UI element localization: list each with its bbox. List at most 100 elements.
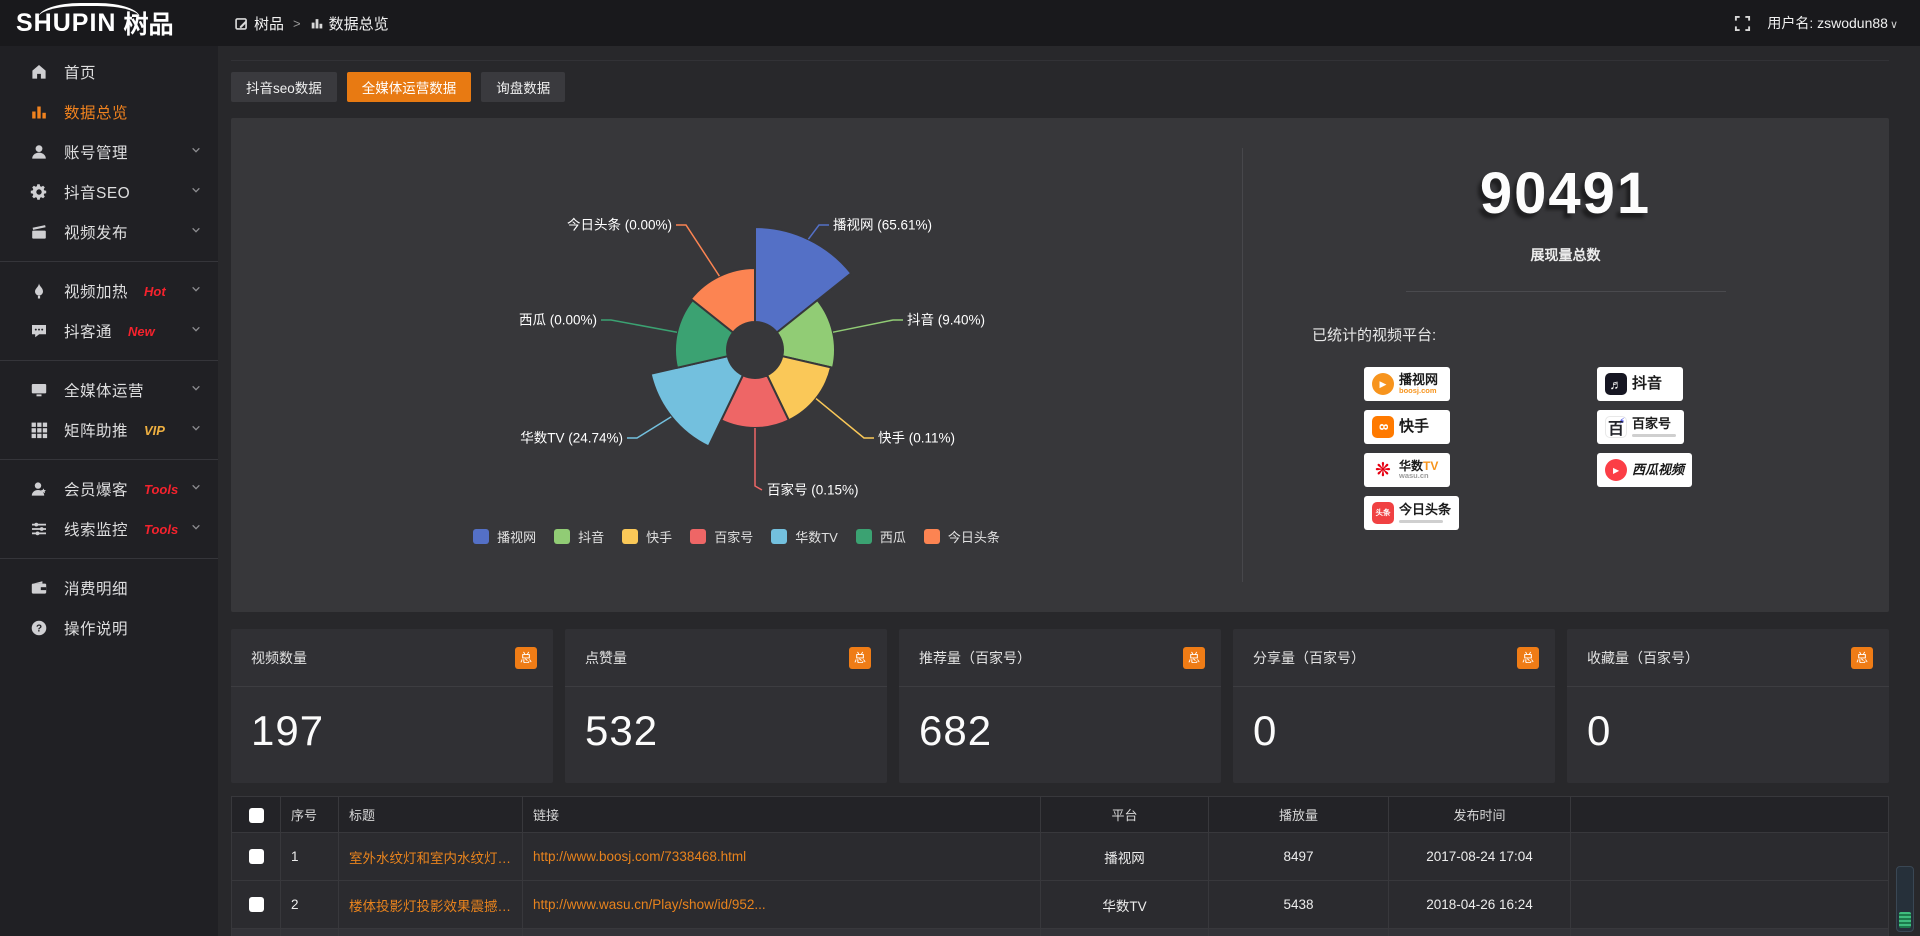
breadcrumb-item-shupin[interactable]: 树品 (234, 13, 284, 34)
cell-url-link[interactable]: http://www.wasu.cn/Play/show/id/952... (523, 881, 1041, 929)
breadcrumb-item-data-overview[interactable]: 数据总览 (310, 13, 389, 34)
platform-badge-wasu: ❋华数TVwasu.cn (1364, 453, 1450, 487)
sidebar-item-video-heat[interactable]: 视频加热Hot (0, 271, 218, 311)
sidebar-item-data-overview[interactable]: 数据总览 (0, 92, 218, 132)
rose-pie-chart: 播视网 (65.61%)抖音 (9.40%)快手 (0.11%)百家号 (0.1… (231, 118, 1242, 612)
sidebar-item-badge: Hot (144, 284, 166, 299)
sidebar-item-member-baoke[interactable]: 会员爆客Tools (0, 469, 218, 509)
fullscreen-icon[interactable] (1734, 15, 1751, 32)
data-tabs: 抖音seo数据全媒体运营数据询盘数据 (231, 72, 1889, 102)
sidebar-item-label: 全媒体运营 (64, 379, 144, 401)
stat-card-4: 收藏量（百家号）总0 (1567, 629, 1889, 783)
cell-plays: 8497 (1209, 833, 1389, 881)
sidebar-item-clue-monitor[interactable]: 线索监控Tools (0, 509, 218, 549)
username-menu[interactable]: 用户名: zswodun88∨ (1767, 13, 1898, 33)
legend-item[interactable]: 播视网 (473, 527, 536, 546)
legend-swatch (856, 529, 872, 544)
breadcrumb-label: 数据总览 (329, 13, 389, 34)
legend-item[interactable]: 百家号 (690, 527, 753, 546)
platform-name: 快手 (1399, 419, 1429, 435)
select-all-checkbox[interactable] (249, 808, 264, 823)
legend-item[interactable]: 抖音 (554, 527, 604, 546)
sidebar-divider (0, 360, 218, 361)
sidebar-item-douketong[interactable]: 抖客通New (0, 311, 218, 351)
cell-platform: 华数TV (1041, 881, 1209, 929)
legend-swatch (924, 529, 940, 544)
pie-label: 播视网 (65.61%) (833, 218, 932, 233)
member-icon (30, 480, 49, 498)
home-icon (30, 63, 49, 81)
stat-card-total-badge: 总 (1517, 647, 1539, 669)
chart-legend: 播视网抖音快手百家号 华数TV 西瓜今日头条 (473, 527, 1000, 546)
sidebar-item-label: 会员爆客 (64, 478, 128, 500)
stat-card-3: 分享量（百家号）总0 (1233, 629, 1555, 783)
sidebar-item-label: 抖音SEO (64, 181, 130, 203)
sidebar-item-video-publish[interactable]: 视频发布 (0, 212, 218, 252)
platform-badge-kuaishou: 8快手 (1364, 410, 1450, 444)
sidebar-item-home[interactable]: 首页 (0, 52, 218, 92)
pie-label-line (627, 417, 671, 438)
cell-empty (1571, 881, 1889, 929)
app-logo[interactable]: SHUPIN 树品 (0, 0, 218, 46)
cell-title-link[interactable]: 楼体投影灯投影效果震撼上市 (339, 881, 523, 929)
sidebar-item-label: 消费明细 (64, 577, 128, 599)
stat-card-header: 分享量（百家号）总 (1233, 629, 1555, 687)
legend-label: 华数TV (795, 527, 838, 546)
row-checkbox-cell (232, 881, 281, 929)
publish-icon (30, 223, 49, 241)
stat-card-total-badge: 总 (1183, 647, 1205, 669)
legend-item[interactable]: 快手 (622, 527, 672, 546)
chevron-down-icon (190, 223, 202, 241)
monitor-icon (30, 381, 49, 399)
xigua-logo-icon: ▶ (1605, 459, 1627, 481)
baijiahao-logo-icon: 百⚡ (1605, 416, 1627, 438)
stat-card-title: 收藏量（百家号） (1587, 648, 1699, 668)
table-row: 2楼体投影灯投影效果震撼上市http://www.wasu.cn/Play/sh… (232, 881, 1889, 929)
username-label: 用户名: zswodun88 (1767, 15, 1888, 31)
legend-item[interactable]: 华数TV (771, 527, 838, 546)
topbar-right: 用户名: zswodun88∨ (1734, 13, 1920, 33)
sidebar-item-label: 视频发布 (64, 221, 128, 243)
row-checkbox[interactable] (249, 897, 264, 912)
sidebar-item-label: 操作说明 (64, 617, 128, 639)
pie-svg: 播视网 (65.61%)抖音 (9.40%)快手 (0.11%)百家号 (0.1… (231, 118, 1242, 523)
pie-slice-4[interactable] (651, 356, 743, 446)
sidebar-item-omni-media[interactable]: 全媒体运营 (0, 370, 218, 410)
row-checkbox[interactable] (249, 849, 264, 864)
platform-subtext: wasu.cn (1399, 472, 1429, 480)
legend-item[interactable]: 西瓜 (856, 527, 906, 546)
tab-omni-media-data[interactable]: 全媒体运营数据 (347, 72, 472, 102)
platform-badge-toutiao: 头条今日头条 (1364, 496, 1459, 530)
platforms-title: 已统计的视频平台: (1312, 324, 1889, 345)
sidebar-item-matrix-boost[interactable]: 矩阵助推VIP (0, 410, 218, 450)
chevron-down-icon: ∨ (1890, 19, 1898, 31)
stat-card-value: 532 (565, 687, 887, 755)
chart-panel: 播视网 (65.61%)抖音 (9.40%)快手 (0.11%)百家号 (0.1… (231, 118, 1889, 612)
tab-inquiry-data[interactable]: 询盘数据 (481, 72, 565, 102)
platform-badge-baijiahao: 百⚡百家号 (1597, 410, 1684, 444)
legend-label: 播视网 (497, 527, 536, 546)
platform-badge-xigua: ▶西瓜视频 (1597, 453, 1692, 487)
header-platform: 平台 (1041, 797, 1209, 833)
sidebar-divider (0, 558, 218, 559)
cell-empty (1571, 833, 1889, 881)
cell-title-link[interactable]: 室外水纹灯和室内水纹灯的区别和简介 (339, 833, 523, 881)
impressions-overview: 90491 展现量总数 已统计的视频平台: ▶播视网boosj.com8快手❋华… (1242, 118, 1889, 612)
cell-no: 1 (281, 833, 339, 881)
pie-label: 百家号 (0.15%) (767, 482, 859, 498)
sidebar-item-badge: New (128, 324, 155, 339)
tab-douyin-seo-data[interactable]: 抖音seo数据 (231, 72, 337, 102)
sidebar-item-douyin-seo[interactable]: 抖音SEO (0, 172, 218, 212)
floating-widget[interactable] (1896, 866, 1914, 932)
sidebar-item-badge: VIP (144, 423, 165, 438)
breadcrumb: 树品 > 数据总览 (234, 13, 389, 34)
cell-url-link[interactable]: http://www.boosj.com/7338468.html (523, 833, 1041, 881)
user-icon (30, 143, 49, 161)
svg-text:?: ? (36, 623, 42, 634)
sidebar-item-operation-guide[interactable]: ? 操作说明 (0, 608, 218, 648)
grid-icon (30, 421, 49, 439)
pie-label-line (816, 399, 874, 438)
sidebar-item-account-manage[interactable]: 账号管理 (0, 132, 218, 172)
sidebar-item-expense-detail[interactable]: 消费明细 (0, 568, 218, 608)
legend-item[interactable]: 今日头条 (924, 527, 1000, 546)
